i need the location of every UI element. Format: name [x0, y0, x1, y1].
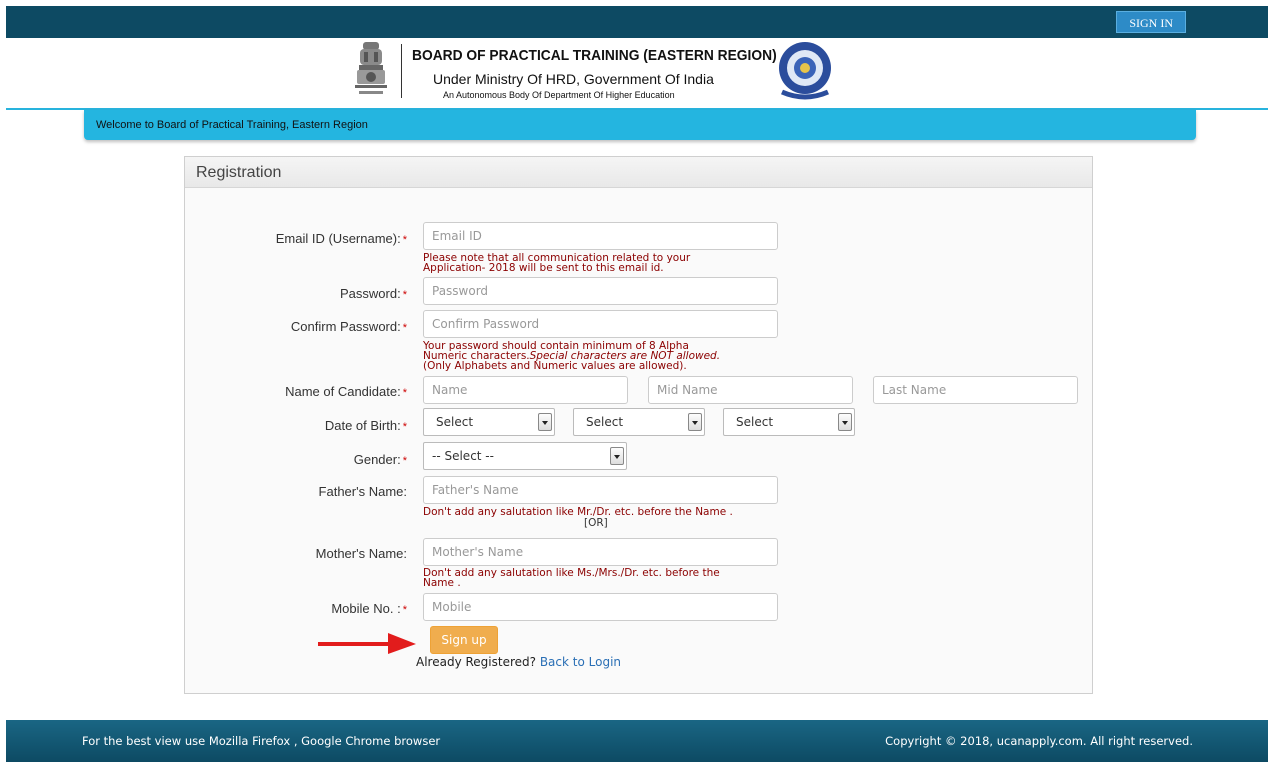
- confirm-password-field[interactable]: Confirm Password: [423, 310, 778, 338]
- first-name-field[interactable]: Name: [423, 376, 628, 404]
- welcome-text: Welcome to Board of Practical Training, …: [96, 119, 368, 131]
- already-registered: Already Registered? Back to Login: [416, 655, 622, 669]
- mid-name-field[interactable]: Mid Name: [648, 376, 853, 404]
- mother-name-label: Mother's Name:: [315, 546, 407, 561]
- bopt-seal-icon: [779, 42, 831, 100]
- password-note: Your password should contain minimum of …: [423, 340, 721, 372]
- mobile-field[interactable]: Mobile: [423, 593, 778, 621]
- father-name-field[interactable]: Father's Name: [423, 476, 778, 504]
- header-divider: [401, 44, 402, 98]
- dob-day-select[interactable]: Select: [423, 408, 555, 436]
- name-label: Name of Candidate: *: [285, 384, 407, 399]
- welcome-bar: Welcome to Board of Practical Training, …: [84, 110, 1196, 140]
- header: BOARD OF PRACTICAL TRAINING (EASTERN REG…: [0, 38, 1271, 108]
- dob-month-select[interactable]: Select: [573, 408, 705, 436]
- org-subtitle: Under Ministry Of HRD, Government Of Ind…: [433, 71, 714, 87]
- red-arrow-icon: [318, 633, 416, 654]
- footer-browser-note: For the best view use Mozilla Firefox , …: [82, 734, 441, 748]
- email-note: Please note that all communication relat…: [423, 252, 691, 274]
- gender-label: Gender: *: [353, 452, 407, 467]
- dob-label: Date of Birth: *: [324, 418, 407, 433]
- father-name-label: Father's Name:: [318, 484, 407, 499]
- mother-name-note: Don't add any salutation like Ms./Mrs./D…: [423, 567, 720, 589]
- email-field[interactable]: Email ID: [423, 222, 778, 250]
- back-to-login-link[interactable]: Back to Login: [540, 655, 621, 669]
- national-emblem-icon: [355, 42, 387, 94]
- footer: For the best view use Mozilla Firefox , …: [6, 720, 1268, 762]
- org-title: BOARD OF PRACTICAL TRAINING (EASTERN REG…: [412, 47, 777, 64]
- father-name-note: Don't add any salutation like Mr./Dr. et…: [423, 506, 733, 518]
- password-field[interactable]: Password: [423, 277, 778, 305]
- mobile-label: Mobile No. : *: [331, 601, 407, 616]
- chevron-down-icon[interactable]: [610, 447, 624, 465]
- panel-header: Registration: [185, 157, 1092, 188]
- email-label: Email ID (Username): *: [275, 231, 407, 246]
- chevron-down-icon[interactable]: [838, 413, 852, 431]
- mother-name-field[interactable]: Mother's Name: [423, 538, 778, 566]
- password-label: Password: *: [340, 286, 407, 301]
- chevron-down-icon[interactable]: [538, 413, 552, 431]
- top-bar: SIGN IN: [6, 6, 1268, 38]
- chevron-down-icon[interactable]: [688, 413, 702, 431]
- sign-up-button[interactable]: Sign up: [430, 626, 498, 654]
- confirm-password-label: Confirm Password: *: [290, 319, 407, 334]
- panel-title: Registration: [196, 164, 282, 181]
- or-separator: [OR]: [584, 517, 608, 529]
- gender-select[interactable]: -- Select --: [423, 442, 627, 470]
- dob-year-select[interactable]: Select: [723, 408, 855, 436]
- last-name-field[interactable]: Last Name: [873, 376, 1078, 404]
- org-subtitle-small: An Autonomous Body Of Department Of High…: [443, 90, 675, 100]
- sign-in-button[interactable]: SIGN IN: [1116, 11, 1186, 33]
- footer-copyright: Copyright © 2018, ucanapply.com. All rig…: [885, 734, 1193, 748]
